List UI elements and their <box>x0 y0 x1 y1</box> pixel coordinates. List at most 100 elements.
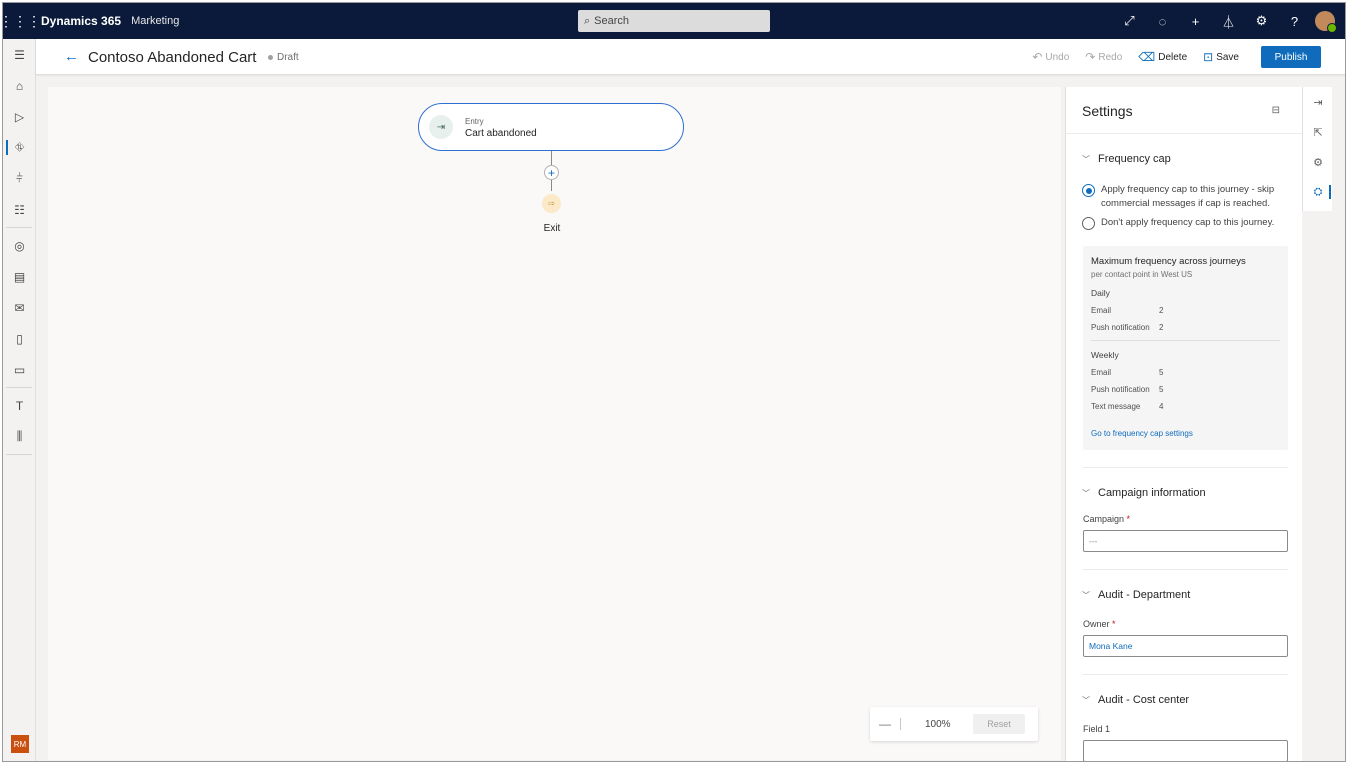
settings-cog-icon[interactable]: ⚙ <box>1303 147 1333 177</box>
chevron-down-icon: ﹀ <box>1082 590 1090 600</box>
required-marker: * <box>1126 514 1131 524</box>
home-icon[interactable]: ⌂ <box>3 70 36 101</box>
delete-icon: ⌫ <box>1138 50 1156 64</box>
search-box[interactable]: ⌕ Search <box>578 10 770 32</box>
search-icon: ⌕ <box>584 14 591 27</box>
status-dot <box>268 55 273 60</box>
nav-divider <box>6 454 32 455</box>
freq-row: Email 2 <box>1091 306 1280 315</box>
channel-label: Email <box>1091 306 1112 315</box>
status-text: Draft <box>277 52 299 63</box>
connector-line <box>551 180 552 191</box>
exit-panel-icon[interactable]: ⇥ <box>1303 87 1333 117</box>
journey-canvas[interactable]: ⇥ Entry Cart abandoned + ⇨ Exit — 100% R… <box>48 87 1061 760</box>
entry-node[interactable]: ⇥ Entry Cart abandoned <box>418 103 684 151</box>
radio-label: Don't apply frequency cap to this journe… <box>1101 217 1275 228</box>
campaign-field-label: Campaign * <box>1083 514 1130 524</box>
globe-icon[interactable]: ◎ <box>3 230 36 261</box>
section-frequency-cap[interactable]: ﹀ Frequency cap <box>1082 153 1171 165</box>
exit-label: Exit <box>543 223 561 234</box>
radio-label: Apply frequency cap to this journey - sk… <box>1101 184 1275 209</box>
zoom-reset-button[interactable]: Reset <box>973 714 1025 734</box>
play-icon[interactable]: ▷ <box>3 101 36 132</box>
email-icon[interactable]: ✉ <box>3 292 36 323</box>
menu-icon[interactable]: ☰ <box>3 39 36 70</box>
redo-button[interactable]: ↷ Redo <box>1077 46 1130 68</box>
channel-value: 4 <box>1159 402 1164 411</box>
status-badge: Draft <box>268 52 299 63</box>
add-step-button[interactable]: + <box>544 165 559 180</box>
field-label-text: Campaign <box>1083 514 1125 524</box>
radio-button[interactable] <box>1082 184 1095 197</box>
channel-label: Push notification <box>1091 323 1150 332</box>
exit-icon[interactable]: ⇨ <box>542 194 561 213</box>
divider <box>1083 674 1288 675</box>
chat-icon[interactable]: ▭ <box>3 354 36 385</box>
journey-icon[interactable]: ⛗ <box>3 132 36 163</box>
channel-value: 5 <box>1159 368 1164 377</box>
nav-divider <box>6 227 32 228</box>
section-audit-department[interactable]: ﹀ Audit - Department <box>1082 589 1190 601</box>
frequency-cap-settings-link[interactable]: Go to frequency cap settings <box>1091 429 1280 438</box>
app-launcher-icon[interactable]: ⋮⋮⋮ <box>3 3 41 39</box>
radio-dont-apply-frequency-cap[interactable]: Don't apply frequency cap to this journe… <box>1082 216 1290 230</box>
save-button[interactable]: ⊡ Save <box>1195 46 1247 68</box>
share-icon[interactable]: ⇱ <box>1303 117 1333 147</box>
campaign-input[interactable]: --- <box>1083 530 1288 552</box>
freq-row: Text message 4 <box>1091 402 1280 411</box>
table-icon[interactable]: ▤ <box>3 261 36 292</box>
text-icon[interactable]: T <box>3 390 36 421</box>
filter-list-icon[interactable]: ☷ <box>3 194 36 225</box>
section-heading: Frequency cap <box>1098 153 1171 165</box>
channel-label: Email <box>1091 368 1112 377</box>
segments-icon[interactable]: ⫩ <box>3 163 36 194</box>
owner-field-label: Owner * <box>1083 619 1116 629</box>
collapse-panel-icon[interactable]: ⊟ <box>1272 105 1280 116</box>
app-window: ⋮⋮⋮ Dynamics 365 Marketing ⌕ Search ⤢ ◌ … <box>2 2 1346 762</box>
help-icon[interactable]: ? <box>1278 3 1311 39</box>
plus-icon[interactable]: + <box>1179 3 1212 39</box>
freq-row: Push notification 2 <box>1091 323 1280 332</box>
frequency-summary-card: Maximum frequency across journeys per co… <box>1083 246 1288 450</box>
channel-value: 2 <box>1159 306 1164 315</box>
settings-title: Settings <box>1082 103 1133 119</box>
field1-label: Field 1 <box>1083 724 1111 734</box>
channel-value: 2 <box>1159 323 1164 332</box>
section-campaign-information[interactable]: ﹀ Campaign information <box>1082 487 1206 499</box>
zoom-out-button[interactable]: — <box>870 717 900 731</box>
delete-button[interactable]: ⌫ Delete <box>1130 46 1195 68</box>
section-audit-cost-center[interactable]: ﹀ Audit - Cost center <box>1082 694 1189 706</box>
list-icon[interactable]: ⫼ <box>3 421 36 452</box>
section-heading: Audit - Department <box>1098 589 1191 601</box>
radio-button[interactable] <box>1082 217 1095 230</box>
owner-input[interactable]: Mona Kane <box>1083 635 1288 657</box>
zoom-level: 100% <box>925 718 951 730</box>
zoom-divider <box>900 718 901 730</box>
phone-icon[interactable]: ▯ <box>3 323 36 354</box>
publish-button[interactable]: Publish <box>1261 46 1321 68</box>
app-name[interactable]: Dynamics 365 <box>41 14 121 28</box>
top-icons: ⤢ ◌ + ⏃ ⚙ ? <box>1113 3 1339 39</box>
lightbulb-icon[interactable]: ◌ <box>1146 3 1179 39</box>
chevron-down-icon: ﹀ <box>1082 154 1090 164</box>
undo-button[interactable]: ↶ Undo <box>1024 46 1077 68</box>
nav-divider <box>6 387 32 388</box>
weekly-heading: Weekly <box>1091 350 1119 360</box>
daily-heading: Daily <box>1091 288 1110 298</box>
radio-apply-frequency-cap[interactable]: Apply frequency cap to this journey - sk… <box>1082 183 1290 211</box>
channel-value: 5 <box>1159 385 1164 394</box>
back-arrow-icon[interactable]: ← <box>64 48 79 65</box>
avatar[interactable] <box>1315 11 1337 33</box>
freq-row: Push notification 5 <box>1091 385 1280 394</box>
settings-panel: Settings ⊟ ﹀ Frequency cap Apply frequen… <box>1065 87 1302 761</box>
top-bar: ⋮⋮⋮ Dynamics 365 Marketing ⌕ Search ⤢ ◌ … <box>3 3 1345 39</box>
filter-icon[interactable]: ⏃ <box>1212 3 1245 39</box>
user-initials-badge[interactable]: RM <box>11 735 29 753</box>
save-icon: ⊡ <box>1203 50 1214 64</box>
gear-icon[interactable]: ⚙ <box>1245 3 1278 39</box>
journey-settings-icon[interactable]: ⛭ <box>1303 177 1333 207</box>
field1-input[interactable] <box>1083 740 1288 761</box>
module-name: Marketing <box>131 15 180 27</box>
launch-icon[interactable]: ⤢ <box>1113 3 1146 39</box>
card-subtitle: per contact point in West US <box>1091 270 1193 279</box>
